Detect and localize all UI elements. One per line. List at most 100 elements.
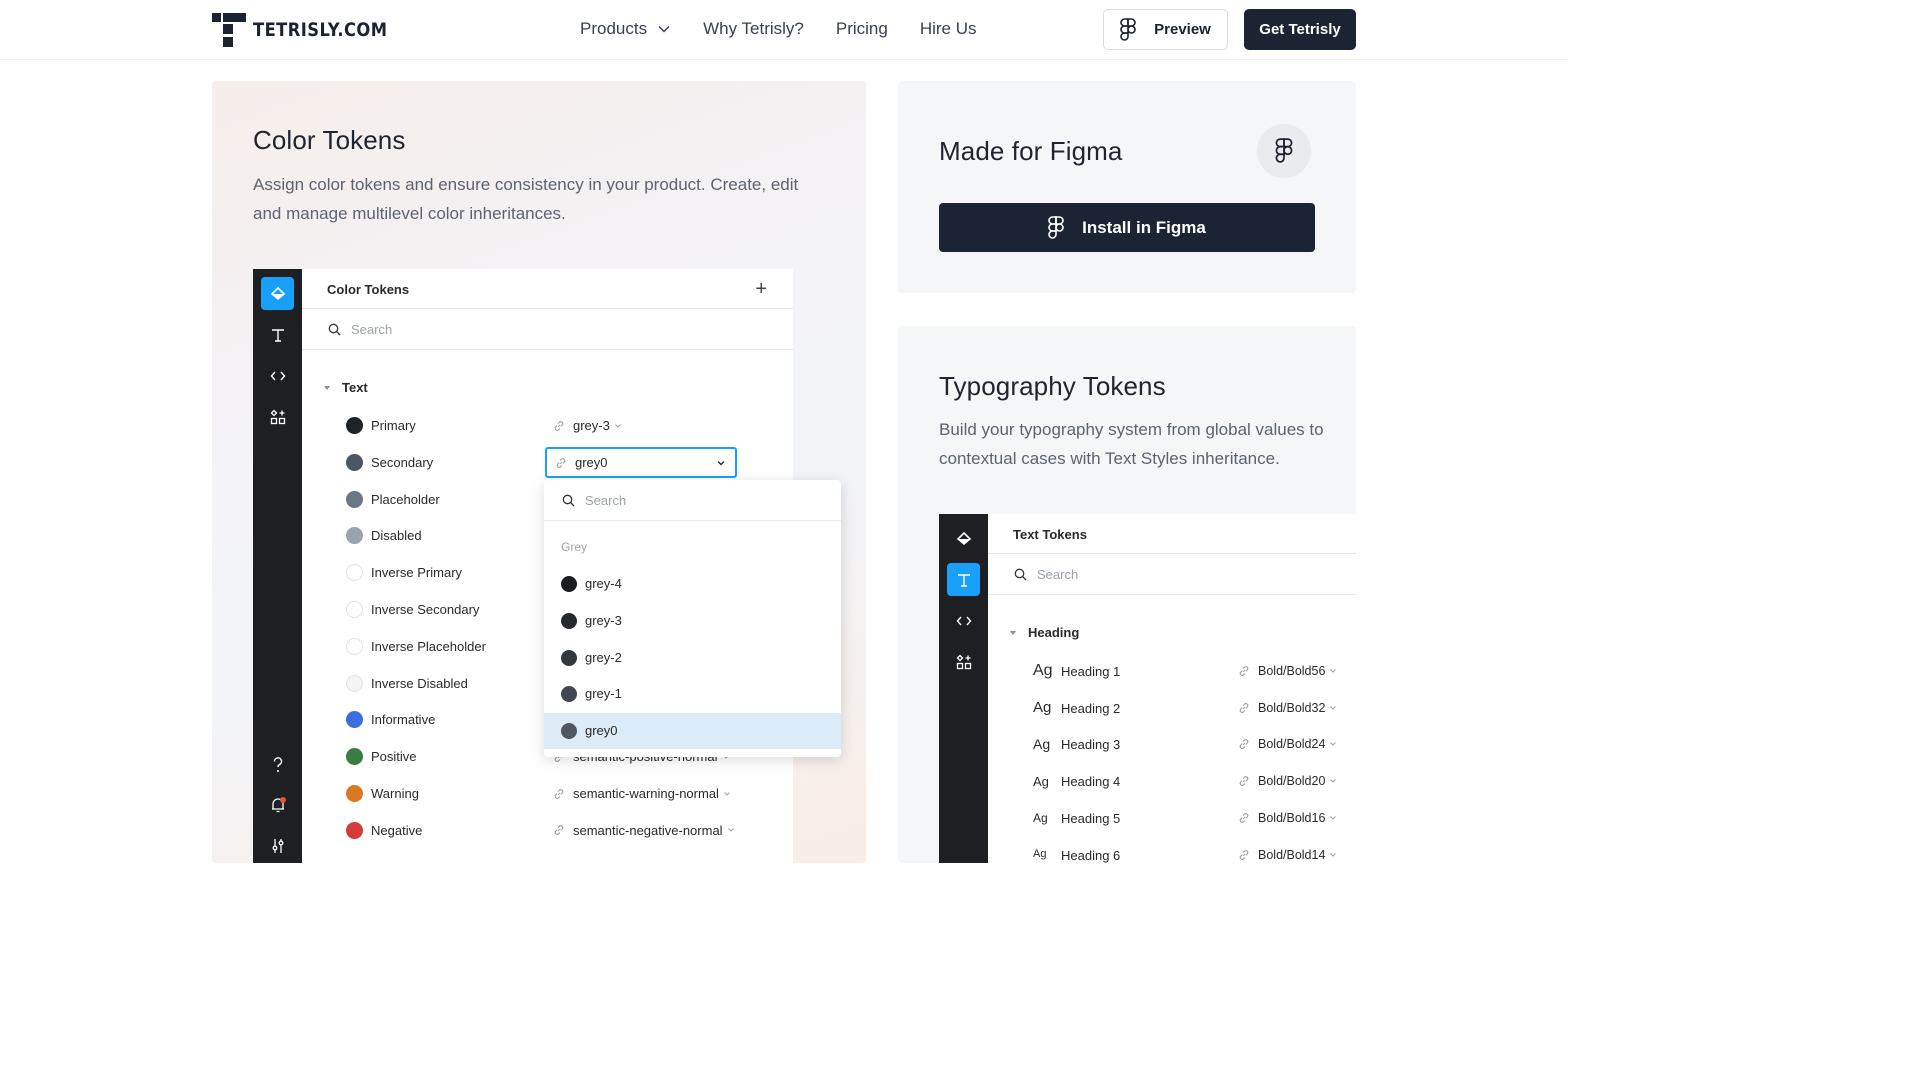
dropdown-search-input[interactable]: Search xyxy=(544,480,841,521)
group-label: Text xyxy=(342,380,368,395)
token-value[interactable]: semantic-negative-normal xyxy=(553,823,735,838)
link-icon xyxy=(556,458,566,468)
text-token-row[interactable]: Ag Heading 1 Bold/Bold56 xyxy=(988,652,1356,688)
nav-products[interactable]: Products xyxy=(580,19,671,39)
color-swatch xyxy=(346,453,363,471)
token-name: Disabled xyxy=(371,528,422,544)
search-placeholder: Search xyxy=(351,322,393,337)
token-row[interactable]: Negative semantic-negative-normal xyxy=(302,812,793,848)
dropdown-option[interactable]: grey-4 xyxy=(544,566,841,602)
nav-pricing[interactable]: Pricing xyxy=(836,19,888,39)
fill-tool-icon[interactable] xyxy=(261,277,294,310)
token-row[interactable]: Primary grey-3 xyxy=(302,407,793,443)
link-icon xyxy=(1239,849,1249,860)
nav-hire-us[interactable]: Hire Us xyxy=(920,19,977,39)
components-icon[interactable] xyxy=(261,400,294,433)
text-token-name: Heading 3 xyxy=(1061,737,1121,753)
chevron-down-icon xyxy=(1330,669,1337,673)
text-token-value[interactable]: Bold/Bold56 xyxy=(1238,664,1337,678)
text-token-value[interactable]: Bold/Bold14 xyxy=(1238,848,1337,862)
text-token-value-label: Bold/Bold24 xyxy=(1258,737,1326,752)
token-value[interactable]: grey-3 xyxy=(553,418,622,433)
text-token-row[interactable]: Ag Heading 2 Bold/Bold32 xyxy=(988,689,1356,725)
text-token-value[interactable]: Bold/Bold24 xyxy=(1238,737,1337,751)
sliders-icon[interactable] xyxy=(261,829,294,862)
token-name: Negative xyxy=(371,822,423,838)
token-name: Inverse Placeholder xyxy=(371,638,486,654)
nav-hire-us-label: Hire Us xyxy=(919,19,977,38)
token-name: Inverse Primary xyxy=(371,565,463,581)
token-name: Informative xyxy=(371,712,436,728)
text-tokens-list: Text Tokens Search Heading Ag Heading 1 Bo… xyxy=(988,514,1356,863)
dropdown-option[interactable]: grey-2 xyxy=(544,640,841,676)
option-label: grey0 xyxy=(585,723,618,739)
preview-button[interactable]: Preview xyxy=(1103,9,1228,50)
color-swatch xyxy=(561,723,577,740)
panel-title: Color Tokens xyxy=(327,282,410,297)
text-tool-icon[interactable] xyxy=(947,563,980,596)
plus-icon[interactable]: + xyxy=(755,279,767,299)
group-heading[interactable]: Heading xyxy=(1010,625,1079,640)
text-token-value[interactable]: Bold/Bold32 xyxy=(1238,701,1337,715)
dropdown-option[interactable]: grey0 xyxy=(544,713,841,750)
logo-text: TETRISLY.COM xyxy=(253,19,388,41)
token-value[interactable]: semantic-warning-normal xyxy=(553,786,731,801)
components-icon[interactable] xyxy=(947,645,980,678)
color-swatch xyxy=(346,417,363,434)
code-icon[interactable] xyxy=(261,359,294,392)
text-token-row[interactable]: Ag Heading 6 Bold/Bold14 xyxy=(988,836,1356,864)
color-swatch xyxy=(346,785,363,802)
color-swatch xyxy=(346,637,363,655)
text-token-value[interactable]: Bold/Bold16 xyxy=(1238,811,1337,825)
text-token-row[interactable]: Ag Heading 3 Bold/Bold24 xyxy=(988,725,1356,761)
plugin-sidebar xyxy=(253,269,302,863)
bell-icon[interactable] xyxy=(261,788,294,821)
caret-down-icon xyxy=(324,385,330,390)
link-icon xyxy=(1239,739,1249,750)
text-token-value[interactable]: Bold/Bold20 xyxy=(1238,774,1337,788)
link-icon xyxy=(554,825,564,836)
fill-tool-icon[interactable] xyxy=(947,522,980,555)
text-token-name: Heading 2 xyxy=(1061,700,1121,716)
text-token-row[interactable]: Ag Heading 4 Bold/Bold20 xyxy=(988,762,1356,798)
search-input[interactable]: Search xyxy=(988,554,1356,595)
logo[interactable]: TETRISLY.COM xyxy=(212,13,409,47)
code-icon[interactable] xyxy=(947,604,980,637)
search-icon xyxy=(1014,568,1027,581)
color-tokens-description: Assign color tokens and ensure consisten… xyxy=(253,175,799,223)
option-label: grey-2 xyxy=(585,649,622,665)
get-tetrisly-button[interactable]: Get Tetrisly xyxy=(1244,9,1356,50)
text-token-name: Heading 4 xyxy=(1061,774,1121,790)
option-label: grey-1 xyxy=(585,686,622,702)
text-tool-icon[interactable] xyxy=(261,318,294,351)
type-sample: Ag xyxy=(1033,848,1047,860)
link-icon xyxy=(554,420,564,431)
link-icon xyxy=(554,788,564,799)
token-row[interactable]: Warning semantic-warning-normal xyxy=(302,775,793,811)
nav-why-tetrisly-label: Why Tetrisly? xyxy=(703,19,804,38)
typography-title: Typography Tokens xyxy=(939,371,1166,401)
caret-down-icon xyxy=(1010,630,1016,635)
color-swatch xyxy=(346,748,363,766)
color-swatch xyxy=(561,649,577,666)
install-in-figma-button[interactable]: Install in Figma xyxy=(939,203,1315,252)
option-label: grey-4 xyxy=(585,576,622,591)
group-text[interactable]: Text xyxy=(324,380,368,395)
nav-pricing-label: Pricing xyxy=(835,19,888,38)
group-label: Heading xyxy=(1028,625,1080,640)
type-sample: Ag xyxy=(1033,773,1049,789)
chevron-down-icon xyxy=(614,423,621,428)
token-value-dropdown: Search Grey grey-4 grey-3 grey-2 grey-1 grey… xyxy=(544,480,841,757)
text-token-row[interactable]: Ag Heading 5 Bold/Bold16 xyxy=(988,799,1356,835)
search-placeholder: Search xyxy=(1037,567,1079,582)
dropdown-option[interactable]: grey-1 xyxy=(544,676,841,712)
text-token-value-label: Bold/Bold56 xyxy=(1258,664,1326,678)
help-icon[interactable] xyxy=(261,748,294,781)
nav-why-tetrisly[interactable]: Why Tetrisly? xyxy=(703,19,804,39)
type-sample: Ag xyxy=(1033,699,1052,717)
panel-header: Color Tokens + xyxy=(302,269,793,309)
color-swatch xyxy=(346,564,363,582)
token-value-select[interactable]: grey0 xyxy=(545,447,737,478)
dropdown-option[interactable]: grey-3 xyxy=(544,603,841,639)
search-input[interactable]: Search xyxy=(302,309,793,350)
